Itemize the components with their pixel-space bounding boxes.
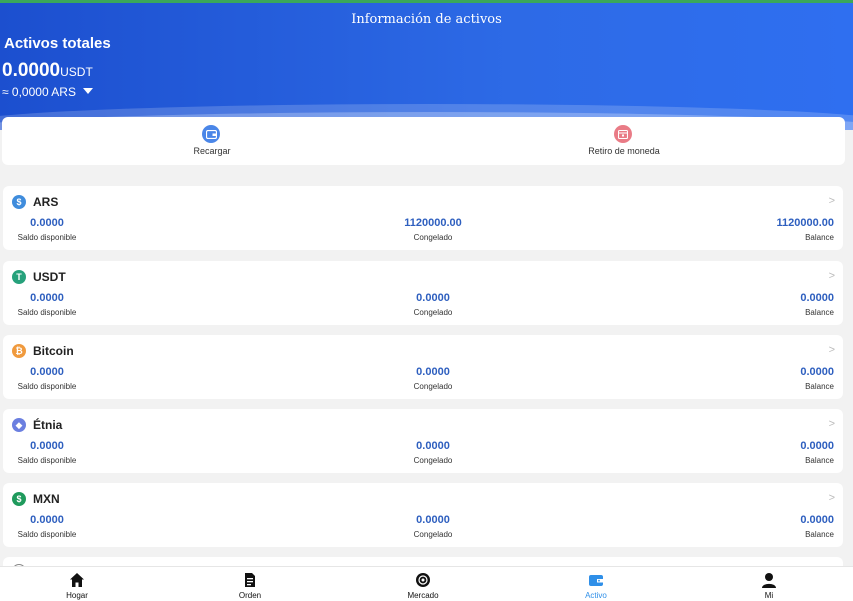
balance-value: 0.0000 bbox=[800, 366, 834, 378]
tab-market[interactable]: Mercado bbox=[338, 567, 508, 601]
frozen-value: 0.0000 bbox=[416, 292, 450, 304]
asset-name: Bitcoin bbox=[33, 344, 74, 358]
tab-label: Orden bbox=[238, 591, 262, 600]
tab-label: Activo bbox=[585, 591, 607, 600]
recharge-label: Recargar bbox=[193, 146, 231, 156]
dollar-icon: $ bbox=[12, 492, 26, 506]
document-icon bbox=[245, 573, 255, 587]
converted-amount: ≈ 0,0000 bbox=[2, 85, 49, 99]
chevron-right-icon: > bbox=[828, 195, 835, 207]
frozen-value: 1120000.00 bbox=[404, 217, 462, 229]
tab-label: Hogar bbox=[66, 591, 88, 600]
caret-down-icon bbox=[83, 88, 94, 94]
calendar-icon bbox=[614, 125, 632, 143]
total-amount-value: 0.0000 bbox=[2, 60, 61, 81]
assets-header: Información de activos Activos totales 0… bbox=[0, 0, 853, 130]
available-label: Saldo disponible bbox=[17, 382, 77, 391]
tether-icon: T bbox=[12, 270, 26, 284]
total-assets-amount: 0.0000USDT bbox=[2, 60, 93, 82]
asset-name: Étnia bbox=[33, 418, 63, 432]
bottom-tab-bar: Hogar Orden Mercado Activo Mi bbox=[0, 566, 853, 601]
asset-card-ars[interactable]: $ ARS > 0.0000 Saldo disponible 1120000.… bbox=[3, 186, 843, 250]
asset-card-usdt[interactable]: T USDT > 0.0000 Saldo disponible 0.0000 … bbox=[3, 261, 843, 325]
withdraw-label: Retiro de moneda bbox=[588, 146, 660, 156]
ethereum-icon: ◆ bbox=[12, 418, 26, 432]
available-value: 0.0000 bbox=[30, 217, 64, 229]
market-icon bbox=[416, 573, 430, 587]
asset-name: USDT bbox=[33, 270, 66, 284]
balance-label: Balance bbox=[805, 233, 834, 242]
available-label: Saldo disponible bbox=[17, 233, 77, 242]
total-assets-label: Activos totales bbox=[4, 35, 111, 52]
user-icon bbox=[762, 573, 776, 588]
currency-selector[interactable]: ≈ 0,0000 ARS bbox=[2, 85, 94, 99]
balance-value: 0.0000 bbox=[800, 514, 834, 526]
available-label: Saldo disponible bbox=[17, 308, 77, 317]
tab-me[interactable]: Mi bbox=[684, 567, 853, 601]
total-amount-unit: USDT bbox=[60, 65, 93, 79]
frozen-label: Congelado bbox=[413, 530, 453, 539]
page-title: Información de activos bbox=[351, 12, 502, 27]
wallet-icon bbox=[202, 125, 220, 143]
bitcoin-icon: ₿ bbox=[12, 344, 26, 358]
withdraw-button[interactable]: Retiro de moneda bbox=[474, 117, 774, 165]
action-bar: Recargar Retiro de moneda bbox=[2, 117, 845, 165]
chevron-right-icon: > bbox=[828, 492, 835, 504]
frozen-value: 0.0000 bbox=[416, 514, 450, 526]
balance-label: Balance bbox=[805, 530, 834, 539]
chevron-right-icon: > bbox=[828, 418, 835, 430]
balance-label: Balance bbox=[805, 456, 834, 465]
available-label: Saldo disponible bbox=[17, 530, 77, 539]
home-icon bbox=[70, 573, 84, 587]
tab-assets[interactable]: Activo bbox=[511, 567, 681, 601]
converted-currency: ARS bbox=[51, 85, 76, 99]
asset-name: ARS bbox=[33, 195, 59, 209]
available-value: 0.0000 bbox=[30, 292, 64, 304]
frozen-value: 0.0000 bbox=[416, 366, 450, 378]
recharge-button[interactable]: Recargar bbox=[62, 117, 362, 165]
tab-label: Mercado bbox=[407, 591, 439, 600]
asset-name: MXN bbox=[33, 492, 60, 506]
wallet-icon bbox=[589, 575, 603, 586]
asset-card-mxn[interactable]: $ MXN > 0.0000 Saldo disponible 0.0000 C… bbox=[3, 483, 843, 547]
balance-value: 0.0000 bbox=[800, 440, 834, 452]
available-value: 0.0000 bbox=[30, 366, 64, 378]
available-value: 0.0000 bbox=[30, 514, 64, 526]
header-top-accent bbox=[0, 0, 853, 3]
balance-value: 1120000.00 bbox=[776, 217, 834, 229]
available-value: 0.0000 bbox=[30, 440, 64, 452]
frozen-label: Congelado bbox=[413, 456, 453, 465]
asset-card-bitcoin[interactable]: ₿ Bitcoin > 0.0000 Saldo disponible 0.00… bbox=[3, 335, 843, 399]
balance-value: 0.0000 bbox=[800, 292, 834, 304]
asset-card-etnia[interactable]: ◆ Étnia > 0.0000 Saldo disponible 0.0000… bbox=[3, 409, 843, 473]
balance-label: Balance bbox=[805, 382, 834, 391]
available-label: Saldo disponible bbox=[17, 456, 77, 465]
tab-orders[interactable]: Orden bbox=[165, 567, 335, 601]
frozen-label: Congelado bbox=[413, 382, 453, 391]
dollar-icon: $ bbox=[12, 195, 26, 209]
chevron-right-icon: > bbox=[828, 344, 835, 356]
tab-label: Mi bbox=[764, 591, 774, 600]
balance-label: Balance bbox=[805, 308, 834, 317]
frozen-label: Congelado bbox=[413, 308, 453, 317]
chevron-right-icon: > bbox=[828, 270, 835, 282]
frozen-value: 0.0000 bbox=[416, 440, 450, 452]
frozen-label: Congelado bbox=[413, 233, 453, 242]
tab-home[interactable]: Hogar bbox=[0, 567, 162, 601]
